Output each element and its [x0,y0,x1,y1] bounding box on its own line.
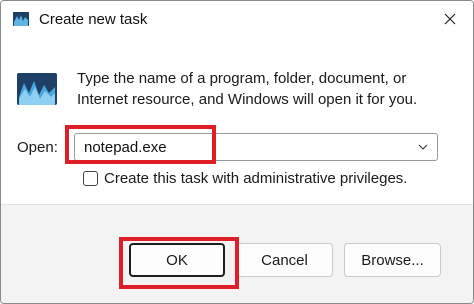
open-label: Open: [17,139,58,156]
close-button[interactable] [427,1,473,37]
title-bar: Create new task [1,1,473,39]
create-task-dialog: Create new task Type the name of a progr… [0,0,474,304]
run-program-icon [17,73,57,105]
cancel-button[interactable]: Cancel [236,243,333,277]
open-combobox[interactable]: notepad.exe [74,133,438,161]
dropdown-button[interactable] [409,134,437,160]
ok-button[interactable]: OK [129,243,225,277]
run-dialog-icon [13,12,29,26]
close-icon [444,13,456,25]
dialog-description: Type the name of a program, folder, docu… [77,70,418,108]
window-title: Create new task [39,11,148,28]
browse-button[interactable]: Browse... [344,243,441,277]
admin-privileges-row: Create this task with administrative pri… [83,168,407,188]
chevron-down-icon [418,144,428,150]
admin-privileges-checkbox[interactable] [83,170,98,186]
open-input[interactable]: notepad.exe [84,139,167,156]
admin-privileges-label[interactable]: Create this task with administrative pri… [104,170,407,187]
